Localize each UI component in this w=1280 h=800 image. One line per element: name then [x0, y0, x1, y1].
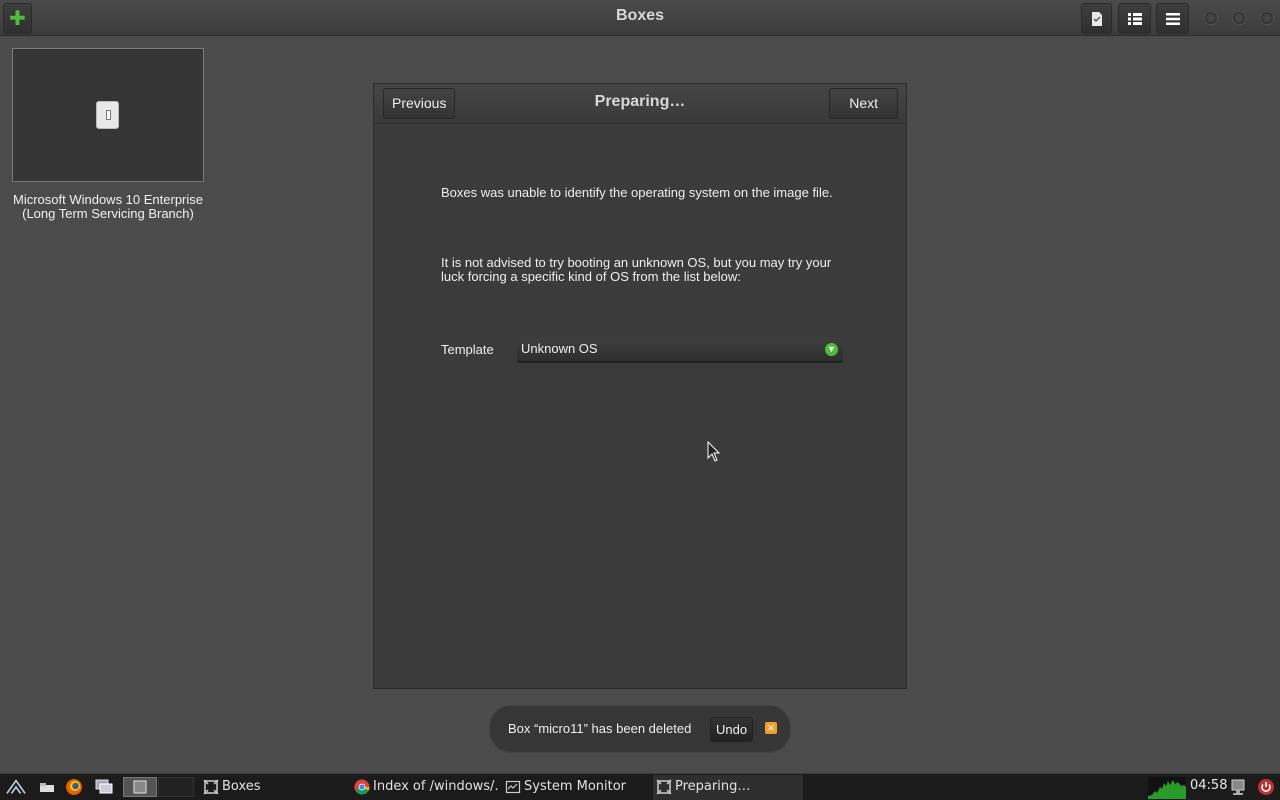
maximize-button[interactable] [1231, 10, 1247, 26]
window-stack-icon [95, 779, 113, 794]
cpu-graph[interactable] [1148, 777, 1186, 799]
header-bar: ✚ Boxes [0, 0, 1280, 36]
select-icon [1091, 11, 1102, 26]
workspace-icon [133, 780, 147, 794]
menu-button[interactable] [1156, 3, 1189, 34]
firefox-launcher[interactable] [64, 777, 84, 797]
power-switch-icon [96, 101, 119, 129]
notification-text: Box “micro11” has been deleted [508, 721, 692, 736]
windows-launcher[interactable] [94, 777, 114, 797]
workspace-2[interactable] [158, 777, 194, 797]
network-icon[interactable] [1229, 778, 1247, 796]
menu-icon [1165, 12, 1180, 25]
chrome-icon [354, 779, 370, 795]
template-value: Unknown OS [521, 341, 598, 356]
advice-message: It is not advised to try booting an unkn… [441, 255, 832, 284]
wizard-header: Previous Preparing… Next [374, 84, 906, 124]
task-label: System Monitor [524, 779, 627, 794]
unknown-os-message: Boxes was unable to identify the operati… [441, 185, 833, 200]
plus-icon: ✚ [9, 7, 26, 30]
task-boxes[interactable]: Boxes [200, 775, 348, 800]
boxes-icon [656, 779, 672, 795]
deleted-notification: Box “micro11” has been deleted Undo ✕ [489, 705, 791, 753]
workspace-1[interactable] [123, 777, 157, 797]
file-manager-launcher[interactable] [37, 777, 57, 797]
next-button[interactable]: Next [829, 88, 898, 119]
task-system-monitor[interactable]: System Monitor [502, 775, 650, 800]
new-box-button[interactable]: ✚ [3, 3, 32, 34]
box-label[interactable]: Microsoft Windows 10 Enterprise (Long Te… [12, 193, 204, 221]
wizard-title: Preparing… [594, 93, 686, 110]
list-view-icon [1127, 12, 1142, 25]
start-menu-button[interactable] [6, 777, 26, 797]
folder-icon [40, 783, 54, 792]
close-button[interactable] [1259, 10, 1275, 26]
task-label: Boxes [222, 779, 261, 794]
mouse-cursor-icon [707, 441, 721, 462]
close-notification-icon[interactable]: ✕ [765, 722, 777, 734]
template-combo[interactable]: Unknown OS ▼ [517, 338, 843, 363]
list-view-button[interactable] [1118, 3, 1151, 34]
task-label: Index of /windows/… [373, 779, 499, 794]
boxes-window: ✚ Boxes Microsoft Windows 10 Enterprise … [0, 0, 1280, 773]
clock[interactable]: 04:58 [1190, 778, 1227, 793]
firefox-icon [66, 779, 82, 795]
select-button[interactable] [1081, 3, 1112, 34]
template-label: Template [441, 342, 494, 357]
app-menu-icon [6, 779, 26, 794]
minimize-button[interactable] [1203, 10, 1219, 26]
boxes-icon [203, 779, 219, 795]
monitor-icon [505, 780, 521, 794]
task-preparing[interactable]: Preparing… [653, 775, 803, 800]
task-label: Preparing… [675, 779, 751, 794]
power-icon[interactable] [1257, 778, 1275, 796]
chevron-down-icon: ▼ [825, 343, 838, 356]
task-chrome[interactable]: Index of /windows/… [351, 775, 499, 800]
wizard-dialog: Previous Preparing… Next Boxes was unabl… [373, 83, 907, 689]
undo-button[interactable]: Undo [710, 717, 754, 742]
cpu-graph-icon [1148, 780, 1186, 799]
taskbar: Boxes Index of /windows/… System Monitor… [0, 773, 1280, 800]
